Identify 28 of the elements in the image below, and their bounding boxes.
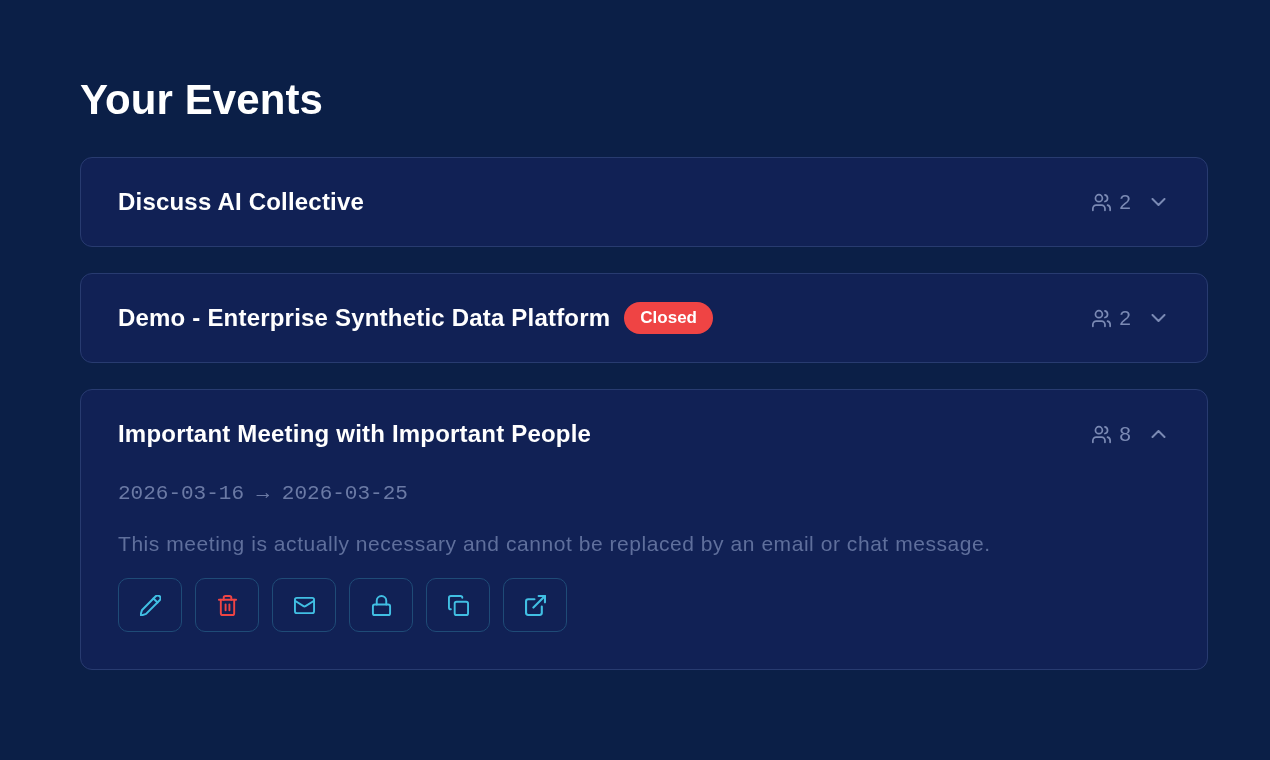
pencil-icon [139,594,161,616]
lock-button[interactable] [349,578,413,632]
people-icon [1092,308,1112,328]
copy-icon [447,594,469,616]
event-title: Demo - Enterprise Synthetic Data Platform [118,303,611,333]
event-description: This meeting is actually necessary and cannot be replaced by an email or chat message. [118,532,992,556]
attendee-count: 8 [1119,422,1131,446]
email-button[interactable] [272,578,336,632]
attendee-count: 2 [1119,306,1131,330]
people-icon [1092,424,1112,444]
event-dates: 2026-03-16 → 2026-03-25 [118,482,409,506]
copy-button[interactable] [426,578,490,632]
edit-button[interactable] [118,578,182,632]
trash-icon [216,594,238,616]
envelope-icon [293,594,315,616]
status-badge: Closed [624,302,713,334]
chevron-down-icon[interactable] [1151,314,1166,322]
delete-button[interactable] [195,578,259,632]
open-link-button[interactable] [503,578,567,632]
page-title: Your Events [80,75,325,125]
chevron-down-icon[interactable] [1151,198,1166,206]
padlock-icon [370,594,392,616]
attendee-count: 2 [1119,190,1131,214]
event-title: Important Meeting with Important People [118,419,592,449]
chevron-up-icon[interactable] [1151,430,1166,438]
event-title: Discuss AI Collective [118,187,365,217]
external-link-icon [524,594,546,616]
people-icon [1092,192,1112,212]
